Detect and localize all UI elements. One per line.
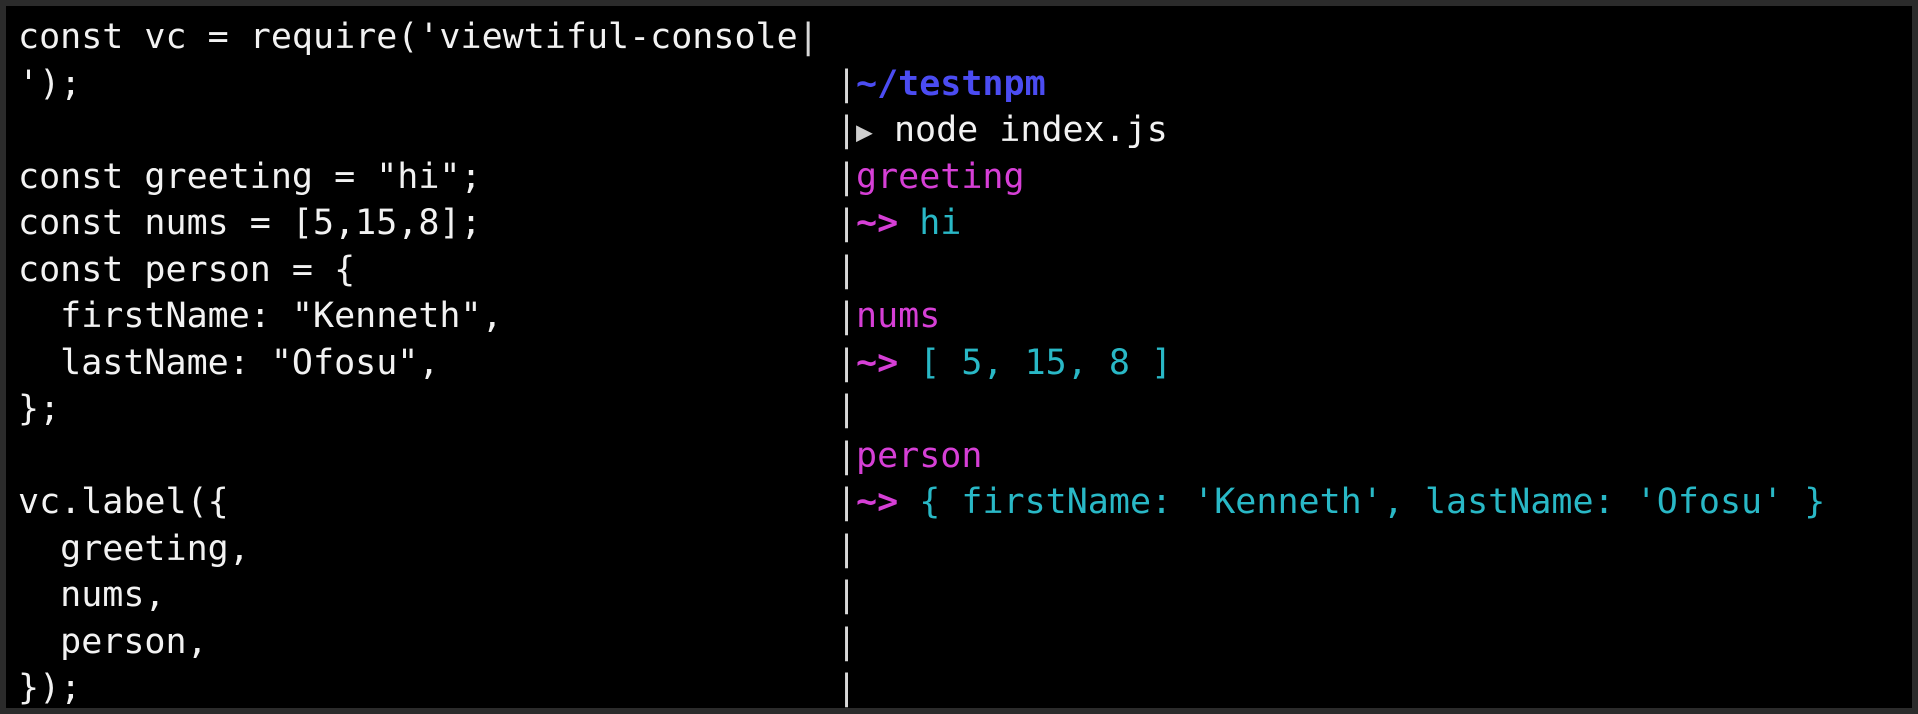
command-text: node index.js [893, 110, 1168, 150]
output-value: [ 5, 15, 8 ] [919, 342, 1173, 383]
code-line: const vc = require('viewtiful-console| [18, 17, 819, 57]
pane-divider[interactable]: | | | | | | | | | | | | | | [836, 14, 858, 712]
divider-char: | [836, 249, 858, 290]
divider-char: | [836, 389, 858, 429]
terminal-window: const vc = require('viewtiful-console| '… [0, 0, 1918, 714]
output-label: greeting [856, 156, 1025, 197]
divider-char: | [836, 575, 858, 615]
code-line: const greeting = "hi"; [18, 156, 482, 197]
output-label: nums [856, 296, 941, 336]
divider-char: | [836, 296, 858, 336]
code-line: const person = { [18, 249, 356, 290]
code-line: '); [18, 63, 82, 104]
code-line: vc.label({ [18, 482, 229, 522]
divider-char: | [836, 342, 858, 383]
code-line: greeting, [18, 528, 250, 569]
code-line: person, [18, 621, 208, 662]
output-value: hi [919, 203, 962, 243]
divider-char: | [836, 528, 858, 569]
output-value-line: ~> [ 5, 15, 8 ] [856, 340, 1916, 387]
code-line: }; [18, 389, 61, 429]
output-arrow: ~> [856, 203, 899, 243]
divider-char: | [836, 435, 858, 476]
divider-char: | [836, 482, 858, 522]
cwd-path: ~/testnpm [856, 63, 1046, 104]
output-arrow: ~> [856, 342, 899, 383]
divider-char: | [836, 156, 858, 197]
divider-char: | [836, 203, 858, 243]
divider-char: | [836, 63, 858, 104]
code-line: }); [18, 668, 82, 708]
code-line: nums, [18, 575, 166, 615]
output-value: { firstName: 'Kenneth', lastName: 'Ofosu… [919, 482, 1826, 522]
terminal-pane[interactable]: ~/testnpm ▶ node index.js greeting ~> hi… [856, 14, 1916, 526]
code-line: const nums = [5,15,8]; [18, 203, 482, 243]
prompt-arrow-icon: ▶ [856, 115, 873, 148]
output-value-line: ~> { firstName: 'Kenneth', lastName: 'Of… [856, 479, 1916, 526]
editor-pane[interactable]: const vc = require('viewtiful-console| '… [18, 14, 838, 712]
output-label: person [856, 435, 983, 476]
cwd-line: ~/testnpm [856, 61, 1916, 108]
text-cursor: | [797, 17, 819, 57]
output-value-line: ~> hi [856, 200, 1916, 247]
divider-char: | [836, 110, 858, 150]
divider-char: | [836, 621, 858, 662]
code-line: firstName: "Kenneth", [18, 296, 503, 336]
command-line: ▶ node index.js [856, 107, 1916, 154]
output-arrow: ~> [856, 482, 899, 522]
divider-char: | [836, 668, 858, 708]
code-line: lastName: "Ofosu", [18, 342, 440, 383]
